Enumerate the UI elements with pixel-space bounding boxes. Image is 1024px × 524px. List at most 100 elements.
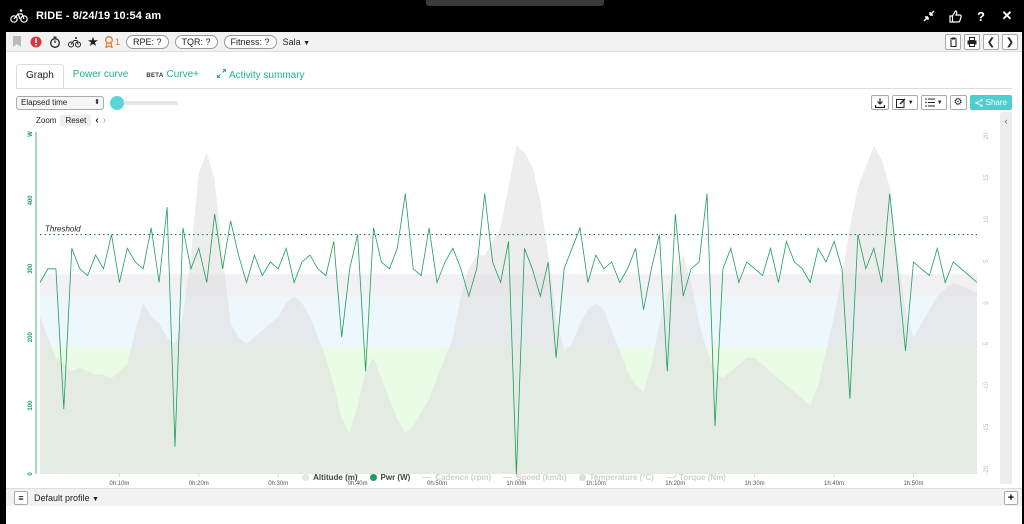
stopwatch-icon[interactable] xyxy=(47,34,63,50)
y2-tick-label: -10 xyxy=(984,382,990,391)
legend-label: Cadence (rpm) xyxy=(435,472,492,482)
tqr-pill[interactable]: TQR: ? xyxy=(174,34,218,49)
edit-button[interactable]: ▼ xyxy=(891,95,918,110)
legend-item[interactable]: Speed (km/h) xyxy=(503,470,567,484)
legend-label: Temperature (°C) xyxy=(589,472,654,482)
zoom-forward-button[interactable]: › xyxy=(103,115,106,126)
window-titlebar: RIDE - 8/24/19 10:54 am ? ✕ xyxy=(0,0,1024,32)
window-title: RIDE - 8/24/19 10:54 am xyxy=(36,10,162,22)
y-tick-label: 200 xyxy=(28,332,34,343)
caret-down-icon: ▼ xyxy=(907,99,914,106)
help-icon[interactable]: ? xyxy=(974,8,988,24)
window-grip[interactable] xyxy=(426,0,604,6)
caret-down-icon: ▼ xyxy=(92,495,99,503)
award-count: 1 xyxy=(115,36,121,47)
fitness-pill[interactable]: Fitness: ? xyxy=(223,34,277,49)
location-dropdown[interactable]: Sala ▼ xyxy=(283,37,310,47)
next-activity-button[interactable]: ❯ xyxy=(1002,34,1018,50)
award-icon[interactable]: 1 xyxy=(104,34,120,50)
share-button[interactable]: Share xyxy=(969,95,1012,110)
legend-marker xyxy=(302,473,310,481)
y-unit-label: W xyxy=(28,131,34,137)
trash-icon xyxy=(949,37,957,47)
print-button[interactable] xyxy=(964,34,980,50)
legend-item[interactable]: Temperature (°C) xyxy=(578,470,654,484)
y2-tick-label: -15 xyxy=(984,423,990,432)
chevron-left-icon: ❮ xyxy=(986,36,996,48)
zoom-label: Zoom xyxy=(36,116,57,125)
activity-toolbar: ★ 1 RPE: ? TQR: ? Fitness: ? Sala ▼ ❮ ❯ xyxy=(6,32,1022,52)
y2-tick-label: 5 xyxy=(984,259,990,263)
plus-icon: + xyxy=(1007,492,1015,504)
caret-down-icon: ▼ xyxy=(936,99,943,106)
list-icon xyxy=(924,98,935,107)
list-options-button[interactable]: ▼ xyxy=(920,95,947,110)
y2-tick-label: 0 xyxy=(984,301,990,305)
y-tick-label: 300 xyxy=(28,263,34,274)
close-icon[interactable]: ✕ xyxy=(1000,8,1014,24)
edit-icon xyxy=(895,98,906,108)
zoom-back-button[interactable]: ‹ xyxy=(95,115,98,126)
slider-track xyxy=(116,101,178,105)
gear-icon: ⚙ xyxy=(953,97,963,108)
tab-curve-plus-label: Curve+ xyxy=(166,69,199,80)
add-panel-button[interactable]: + xyxy=(1004,491,1018,505)
legend-item[interactable]: Pwr (W) xyxy=(369,470,411,484)
compress-icon[interactable] xyxy=(922,8,936,24)
legend-marker xyxy=(369,473,377,481)
star-icon[interactable]: ★ xyxy=(85,34,101,50)
y2-tick-label: 20 xyxy=(984,132,990,139)
slider-handle[interactable] xyxy=(110,96,124,110)
print-icon xyxy=(967,37,977,47)
share-icon xyxy=(974,98,983,107)
tab-graph[interactable]: Graph xyxy=(16,64,64,88)
y-tick-label: 100 xyxy=(28,400,34,411)
x-axis-select[interactable]: Elapsed time ⬍ xyxy=(16,96,104,110)
chart-side-panel-toggle[interactable]: ‹ xyxy=(1000,112,1012,484)
tab-power-curve[interactable]: Power curve xyxy=(64,64,138,88)
profile-dropdown[interactable]: Default profile ▼ xyxy=(34,493,99,503)
legend-label: Speed (km/h) xyxy=(516,472,567,482)
legend-marker xyxy=(665,476,675,478)
chart-legend: Altitude (m) Pwr (W) Cadence (rpm) Speed (k… xyxy=(6,470,1022,484)
legend-marker xyxy=(578,473,586,481)
y-tick-label: 400 xyxy=(28,195,34,206)
zoom-reset-button[interactable]: Reset xyxy=(60,115,92,126)
bike-icon[interactable] xyxy=(66,34,82,50)
hamburger-icon: ≡ xyxy=(18,492,24,503)
legend-marker xyxy=(422,476,432,478)
chevron-right-icon: ❯ xyxy=(1005,36,1015,48)
smoothing-slider[interactable] xyxy=(110,96,178,110)
menu-button[interactable]: ≡ xyxy=(14,490,28,505)
updown-caret-icon: ⬍ xyxy=(94,99,100,106)
legend-label: Pwr (W) xyxy=(380,472,411,482)
thumbs-up-icon[interactable] xyxy=(948,8,962,24)
legend-item[interactable]: Cadence (rpm) xyxy=(422,470,491,484)
x-axis-select-value: Elapsed time xyxy=(21,98,68,107)
bookmark-icon[interactable] xyxy=(9,34,25,50)
legend-label: Altitude (m) xyxy=(313,472,358,482)
legend-item[interactable]: Torque (Nm) xyxy=(665,470,726,484)
settings-button[interactable]: ⚙ xyxy=(949,95,967,110)
location-label: Sala xyxy=(282,36,301,47)
trash-button[interactable] xyxy=(945,34,961,50)
tab-activity-summary[interactable]: Activity summary xyxy=(208,64,314,88)
legend-item[interactable]: Altitude (m) xyxy=(302,470,358,484)
zoom-controls: Zoom Reset ‹ › xyxy=(36,115,106,126)
alert-icon[interactable] xyxy=(28,34,44,50)
rpe-pill[interactable]: RPE: ? xyxy=(126,34,169,49)
y2-tick-label: -5 xyxy=(984,341,990,347)
legend-marker xyxy=(503,476,513,478)
activity-window: RIDE - 8/24/19 10:54 am ? ✕ ★ 1 RPE: ? T… xyxy=(0,0,1024,524)
activity-chart[interactable]: Threshold 0100200300400W 20151050-5-10-1… xyxy=(16,126,992,486)
download-button[interactable] xyxy=(870,95,889,110)
tab-divider xyxy=(16,88,1012,89)
chart-actions: ▼ ▼ ⚙ Share xyxy=(870,95,1012,110)
expand-icon xyxy=(216,68,227,79)
previous-activity-button[interactable]: ❮ xyxy=(983,34,999,50)
chevron-left-icon: ‹ xyxy=(1004,116,1008,126)
tab-curve-plus[interactable]: BETA Curve+ xyxy=(137,64,208,88)
view-tabs: Graph Power curve BETA Curve+ Activity su… xyxy=(16,64,314,88)
y-axis-right: 20151050-5-10-15-20 xyxy=(984,132,990,474)
beta-badge: BETA xyxy=(146,73,164,79)
